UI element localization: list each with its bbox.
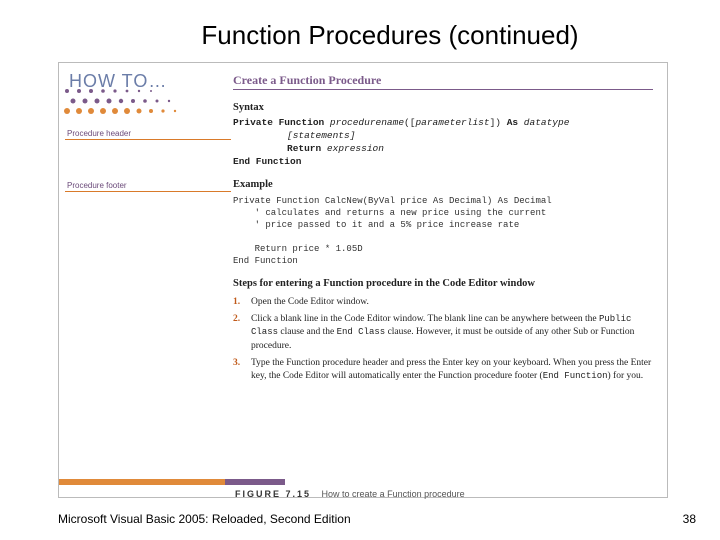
syntax-line-1: Private Function procedurename([paramete… bbox=[233, 117, 653, 130]
steps-list: Open the Code Editor window. Click a bla… bbox=[233, 296, 653, 384]
kw-private-function: Private Function bbox=[233, 117, 324, 128]
it-statements: [statements] bbox=[287, 130, 355, 141]
plain-open: ([ bbox=[404, 117, 415, 128]
it-datatype: datatype bbox=[524, 117, 570, 128]
steps-heading: Steps for entering a Function procedure … bbox=[233, 277, 653, 291]
step-2-code-end-class: End Class bbox=[337, 327, 386, 337]
figure-number: FIGURE 7.15 bbox=[235, 489, 311, 499]
kw-end-function: End Function bbox=[233, 156, 301, 167]
figure-content: Syntax Private Function procedurename([p… bbox=[233, 97, 653, 387]
example-code: Private Function CalcNew(ByVal price As … bbox=[233, 195, 653, 268]
howto-label: HOW TO… bbox=[69, 71, 167, 92]
callout-procedure-header: Procedure header bbox=[67, 129, 131, 138]
caption-orange-bar bbox=[59, 479, 225, 485]
step-3: Type the Function procedure header and p… bbox=[233, 357, 653, 384]
example-heading: Example bbox=[233, 178, 653, 192]
step-1: Open the Code Editor window. bbox=[233, 296, 653, 309]
step-2-a: Click a blank line in the Code Editor wi… bbox=[251, 314, 599, 324]
figure-container: HOW TO… Create a Function Procedure Proc… bbox=[58, 62, 668, 498]
step-2-c: clause and the bbox=[278, 327, 337, 337]
caption-plum-bar bbox=[225, 479, 285, 485]
kw-return: Return bbox=[287, 143, 321, 154]
figure-caption: FIGURE 7.15 How to create a Function pro… bbox=[235, 489, 465, 499]
it-parameterlist: parameterlist bbox=[415, 117, 489, 128]
callout-rule-footer bbox=[65, 191, 231, 192]
step-3-code-end-function: End Function bbox=[543, 371, 608, 381]
kw-as: As bbox=[507, 117, 518, 128]
syntax-heading: Syntax bbox=[233, 101, 653, 115]
step-3-c: ) for you. bbox=[608, 371, 644, 381]
it-expression: expression bbox=[327, 143, 384, 154]
callout-procedure-footer: Procedure footer bbox=[67, 181, 127, 190]
plain-close: ]) bbox=[490, 117, 501, 128]
slide-number: 38 bbox=[683, 512, 696, 526]
it-procedurename: procedurename bbox=[330, 117, 404, 128]
callout-rule-header bbox=[65, 139, 231, 140]
syntax-line-4: End Function bbox=[233, 156, 653, 169]
syntax-line-3: Return expression bbox=[233, 143, 653, 156]
title-underline bbox=[233, 89, 653, 90]
syntax-line-2: [statements] bbox=[233, 130, 653, 143]
figure-caption-bar: FIGURE 7.15 How to create a Function pro… bbox=[59, 479, 667, 497]
figure-title: Create a Function Procedure bbox=[233, 73, 381, 88]
footer-citation: Microsoft Visual Basic 2005: Reloaded, S… bbox=[58, 512, 351, 526]
figure-caption-text: How to create a Function procedure bbox=[322, 489, 465, 499]
step-2: Click a blank line in the Code Editor wi… bbox=[233, 313, 653, 353]
slide-title: Function Procedures (continued) bbox=[0, 0, 720, 59]
